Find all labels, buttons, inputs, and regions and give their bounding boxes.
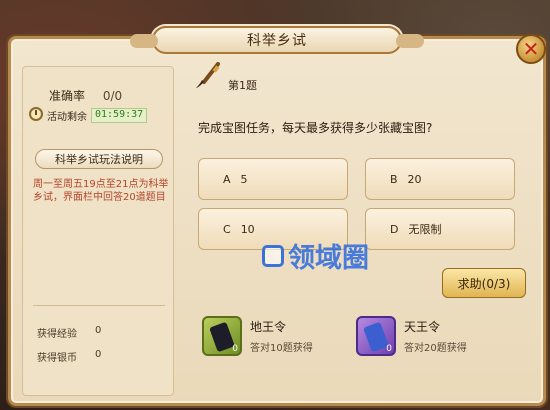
question-number: 第1题 [228, 79, 257, 92]
answer-option-b[interactable]: B 20 [365, 158, 515, 200]
purple-scroll-icon: 0 [356, 316, 396, 356]
timer-row: 活动剩余 01:59:37 [47, 108, 148, 123]
title-plaque: 科举乡试 [130, 26, 424, 54]
exp-row: 获得经验 0 [37, 325, 101, 340]
watermark-text: 领域圈 [288, 243, 369, 274]
brush-icon [196, 62, 220, 88]
option-text: 5 [240, 172, 248, 186]
answer-option-d[interactable]: D 无限制 [365, 208, 515, 250]
item-name: 天王令 [404, 320, 441, 334]
divider [33, 305, 165, 306]
silver-row: 获得银币 0 [37, 349, 101, 364]
watermark-logo-icon [262, 244, 284, 267]
option-text: 无限制 [408, 223, 442, 236]
stats-column: 准确率 0/0 活动剩余 01:59:37 科举乡试玩法说明 周一至周五19点至… [22, 66, 174, 396]
option-text: 20 [407, 172, 422, 186]
option-letter: D [390, 222, 399, 236]
rules-description: 周一至周五19点至21点为科举乡试，界面栏中回答20道题目 [33, 179, 169, 203]
item-count: 0 [232, 344, 238, 354]
item-desc: 答对20题获得 [404, 343, 467, 354]
option-letter: C [223, 222, 231, 236]
exp-value: 0 [95, 325, 102, 336]
option-letter: A [223, 172, 231, 186]
accuracy-value: 0/0 [102, 89, 123, 103]
watermark: 领域圈 [262, 236, 369, 275]
close-button[interactable]: ✕ [516, 34, 546, 64]
question-text: 完成宝图任务，每天最多获得多少张藏宝图? [198, 121, 433, 135]
accuracy-row: 准确率 0/0 [49, 87, 122, 104]
clock-icon [29, 107, 43, 121]
help-button[interactable]: 求助(0/3) [442, 268, 526, 298]
item-desc: 答对10题获得 [250, 343, 313, 354]
option-letter: B [390, 172, 398, 186]
item-count: 0 [386, 344, 392, 354]
option-text: 10 [240, 222, 255, 236]
silver-value: 0 [95, 349, 102, 360]
timer-label: 活动剩余 [47, 112, 87, 123]
rules-button[interactable]: 科举乡试玩法说明 [35, 149, 163, 169]
exp-label: 获得经验 [37, 329, 77, 340]
silver-label: 获得银币 [37, 353, 77, 364]
item-card-earth-token[interactable]: 0 地王令 答对10题获得 [202, 316, 313, 356]
window-title: 科举乡试 [247, 33, 307, 49]
green-scroll-icon: 0 [202, 316, 242, 356]
timer-value: 01:59:37 [91, 108, 148, 123]
answer-option-a[interactable]: A 5 [198, 158, 348, 200]
item-name: 地王令 [250, 320, 287, 334]
close-icon: ✕ [522, 37, 540, 61]
item-card-heaven-token[interactable]: 0 天王令 答对20题获得 [356, 316, 467, 356]
accuracy-label: 准确率 [49, 89, 86, 103]
